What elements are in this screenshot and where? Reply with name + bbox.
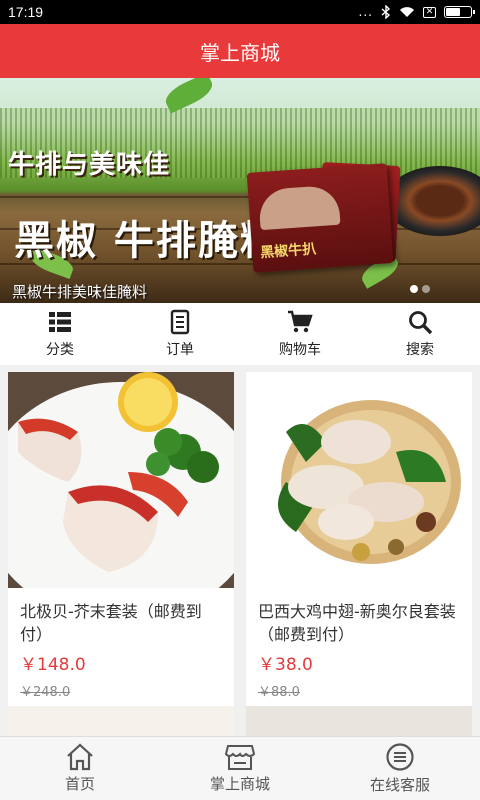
pagination-dot[interactable]	[422, 285, 430, 293]
tab-label: 掌上商城	[209, 775, 270, 793]
product-original-price: ￥88.0	[258, 685, 300, 700]
wifi-icon	[400, 7, 414, 17]
tab-label: 首页	[64, 775, 95, 793]
order-document-icon	[170, 309, 190, 335]
category-nav: 分类 订单 购物车 搜索	[0, 303, 480, 365]
banner-headline: 牛排与美味佳	[8, 150, 171, 180]
product-card[interactable]: 北极贝-芥末套装（邮费到付） ￥148.0 ￥248.0	[8, 372, 234, 710]
nav-item-label: 分类	[46, 342, 74, 358]
banner-headline-large: 黑椒 牛排腌料	[14, 218, 282, 264]
product-price: ￥38.0	[258, 655, 313, 675]
search-icon	[409, 311, 433, 335]
no-sim-icon: ✕	[423, 6, 436, 18]
bluetooth-icon	[381, 5, 391, 19]
page-title: 掌上商城	[200, 40, 280, 65]
home-icon	[67, 743, 93, 771]
tab-label: 在线客服	[369, 776, 430, 794]
chat-icon	[386, 743, 414, 771]
tab-customer-service[interactable]: 在线客服	[320, 737, 480, 800]
nav-item-label: 搜索	[406, 342, 434, 358]
nav-item-orders[interactable]: 订单	[120, 303, 240, 365]
bottom-tab-bar: 首页 掌上商城 在线客服	[0, 736, 480, 800]
status-time: 17:19	[8, 4, 44, 20]
grid-list-icon	[49, 312, 71, 332]
product-image	[246, 372, 472, 588]
banner-pagination	[410, 285, 430, 293]
product-original-price: ￥248.0	[20, 685, 71, 700]
product-image	[8, 372, 234, 588]
shopping-cart-icon	[288, 310, 313, 333]
status-bar: 17:19 ... ✕	[0, 0, 480, 24]
product-package-image: 黑椒牛扒	[246, 163, 394, 273]
app-header: 掌上商城	[0, 24, 480, 78]
nav-item-category[interactable]: 分类	[0, 303, 120, 365]
product-price: ￥148.0	[20, 655, 86, 675]
battery-icon	[444, 6, 475, 18]
nav-item-search[interactable]: 搜索	[360, 303, 480, 365]
promo-banner[interactable]: 牛排与美味佳 黑椒 牛排腌料 黑椒牛扒 黑椒牛排美味佳腌料	[0, 78, 480, 303]
nav-item-cart[interactable]: 购物车	[240, 303, 360, 365]
banner-caption: 黑椒牛排美味佳腌料	[12, 283, 148, 301]
tab-store[interactable]: 掌上商城	[160, 737, 320, 800]
nav-item-label: 订单	[166, 342, 194, 358]
product-title: 北极贝-芥末套装（邮费到付）	[20, 602, 202, 644]
product-title: 巴西大鸡中翅-新奥尔良套装（邮费到付）	[258, 602, 456, 644]
pagination-dot-active[interactable]	[410, 285, 418, 293]
package-label: 黑椒牛扒	[259, 241, 317, 262]
nav-item-label: 购物车	[279, 342, 321, 358]
tab-home[interactable]: 首页	[0, 737, 160, 800]
store-icon	[224, 745, 256, 770]
product-card[interactable]: 巴西大鸡中翅-新奥尔良套装（邮费到付） ￥38.0 ￥88.0	[246, 372, 472, 710]
more-dots-icon: ...	[358, 5, 373, 19]
